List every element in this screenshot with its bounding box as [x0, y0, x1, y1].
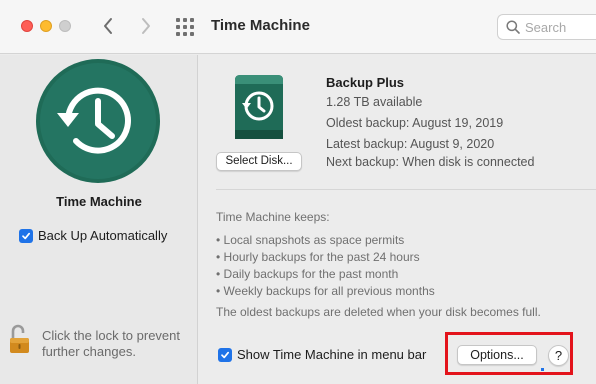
back-up-automatically-label: Back Up Automatically — [38, 228, 168, 243]
search-input[interactable] — [525, 19, 595, 35]
backup-disk-icon — [235, 75, 283, 139]
chevron-left-icon — [104, 18, 112, 34]
select-disk-button[interactable]: Select Disk... — [216, 152, 302, 171]
window-title: Time Machine — [211, 17, 310, 34]
disk-name: Backup Plus — [326, 75, 405, 90]
search-field[interactable] — [497, 14, 596, 40]
keeps-heading: Time Machine keeps: — [216, 210, 330, 224]
retention-list: • Local snapshots as space permits • Hou… — [216, 232, 435, 300]
list-item: • Weekly backups for all previous months — [216, 284, 435, 298]
latest-backup: Latest backup: August 9, 2020 — [326, 137, 495, 151]
chevron-right-icon — [142, 18, 150, 34]
show-in-menu-bar-checkbox[interactable]: Show Time Machine in menu bar — [218, 347, 426, 362]
checkmark-icon — [218, 347, 232, 362]
main-pane: Select Disk... Backup Plus 1.28 TB avail… — [199, 55, 596, 384]
minimize-window-button[interactable] — [40, 20, 52, 32]
unlocked-lock-icon[interactable] — [9, 324, 31, 354]
app-name-label: Time Machine — [56, 194, 142, 209]
sidebar: Time Machine Back Up Automatically Click… — [0, 55, 198, 384]
show-all-grid-icon[interactable] — [176, 18, 194, 36]
zoom-window-button[interactable] — [59, 20, 71, 32]
list-item: • Daily backups for the past month — [216, 267, 399, 281]
close-window-button[interactable] — [21, 20, 33, 32]
title-bar: Time Machine — [0, 0, 596, 54]
checkmark-icon — [19, 228, 33, 243]
list-item: • Local snapshots as space permits — [216, 233, 405, 247]
forward-button[interactable] — [133, 12, 159, 40]
back-up-automatically-checkbox[interactable]: Back Up Automatically — [19, 228, 167, 243]
oldest-deleted-note: The oldest backups are deleted when your… — [216, 305, 541, 319]
show-in-menu-bar-label: Show Time Machine in menu bar — [237, 347, 427, 362]
back-button[interactable] — [95, 12, 121, 40]
time-machine-icon — [36, 59, 160, 183]
list-item: • Hourly backups for the past 24 hours — [216, 250, 420, 264]
highlight-box — [445, 332, 573, 375]
search-icon — [506, 20, 520, 34]
divider — [216, 189, 596, 190]
next-backup: Next backup: When disk is connected — [326, 155, 535, 169]
disk-available: 1.28 TB available — [326, 95, 423, 109]
lock-hint-text: Click the lock to prevent further change… — [42, 328, 181, 359]
oldest-backup: Oldest backup: August 19, 2019 — [326, 116, 504, 130]
